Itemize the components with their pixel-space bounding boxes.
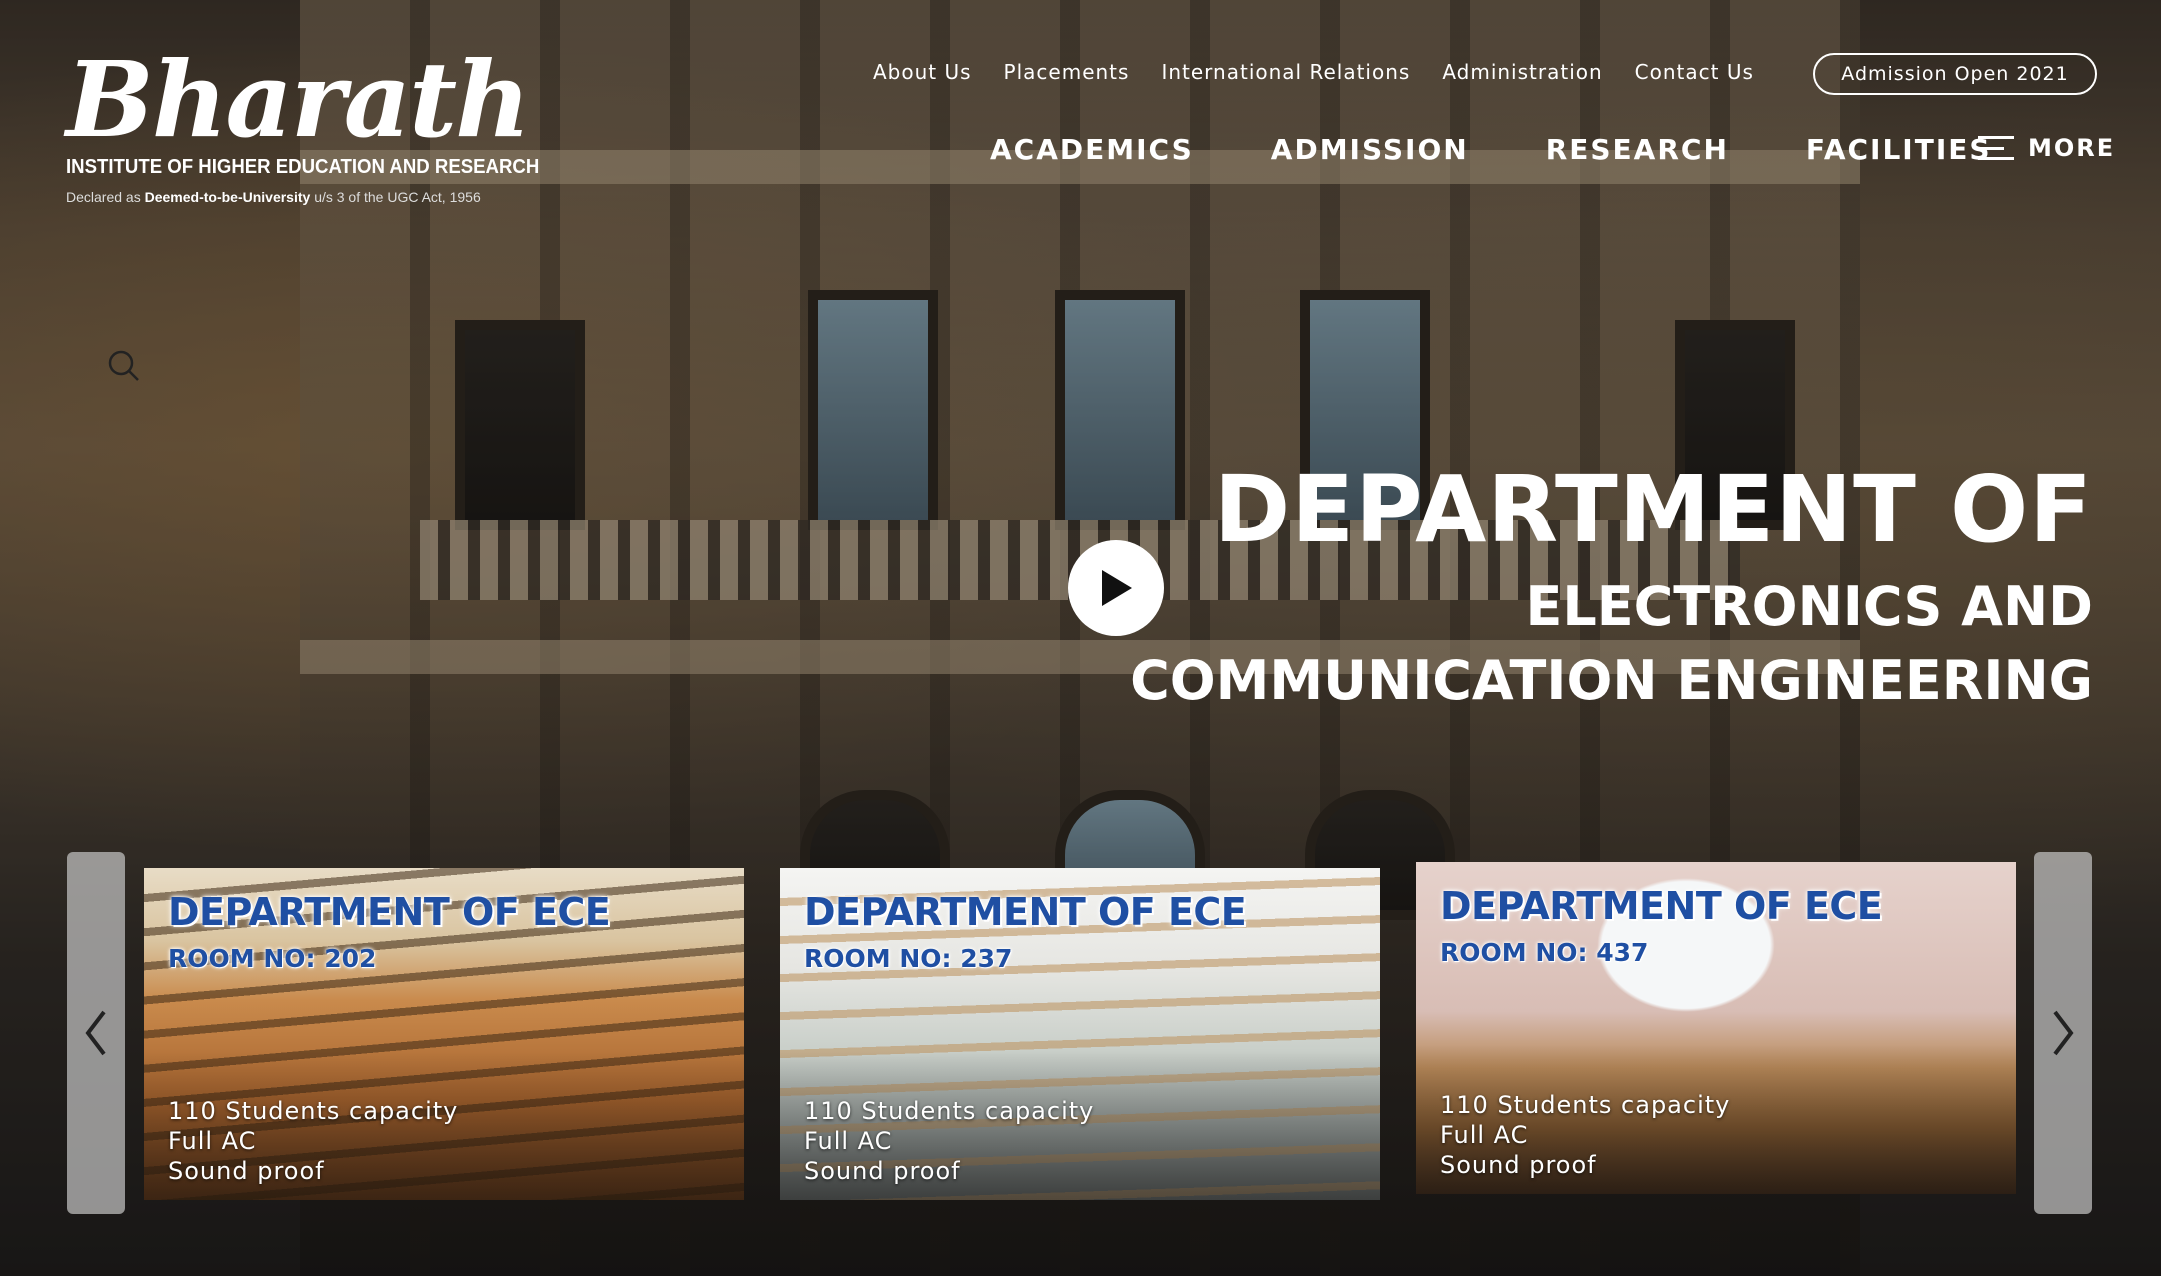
nav-facilities[interactable]: FACILITIES (1806, 133, 1992, 166)
feature-ac: Full AC (168, 1127, 257, 1155)
card-room-number: ROOM NO: 437 (1440, 938, 1649, 967)
hamburger-menu-icon (1978, 136, 2014, 160)
nav-academics[interactable]: ACADEMICS (990, 133, 1194, 166)
feature-capacity: 110 Students capacity (1440, 1091, 1731, 1119)
play-icon (1102, 570, 1132, 606)
declared-prefix: Declared as (66, 189, 141, 205)
card-features: 110 Students capacity Full AC Sound proo… (168, 1096, 458, 1186)
card-features: 110 Students capacity Full AC Sound proo… (1440, 1090, 1730, 1180)
admission-open-button[interactable]: Admission Open 2021 (1813, 53, 2097, 95)
hero-heading: DEPARTMENT OF ELECTRONICS AND COMMUNICAT… (1130, 458, 2093, 718)
card-room-number: ROOM NO: 202 (168, 944, 377, 973)
feature-capacity: 110 Students capacity (804, 1097, 1095, 1125)
chevron-left-icon (85, 1010, 106, 1056)
more-label: MORE (2028, 134, 2116, 162)
search-icon[interactable] (108, 350, 140, 382)
feature-capacity: 110 Students capacity (168, 1097, 459, 1125)
feature-ac: Full AC (804, 1127, 893, 1155)
nav-research[interactable]: RESEARCH (1546, 133, 1729, 166)
card-room-number: ROOM NO: 237 (804, 944, 1013, 973)
hero-line-1: DEPARTMENT OF (1213, 456, 2093, 563)
feature-soundproof: Sound proof (804, 1157, 961, 1185)
card-title: DEPARTMENT OF ECE (168, 890, 611, 934)
carousel-prev-button[interactable] (67, 852, 125, 1214)
link-placements[interactable]: Placements (1004, 60, 1130, 84)
feature-soundproof: Sound proof (1440, 1151, 1597, 1179)
play-video-button[interactable] (1068, 540, 1164, 636)
card-features: 110 Students capacity Full AC Sound proo… (804, 1096, 1094, 1186)
main-nav: ACADEMICS ADMISSION RESEARCH FACILITIES (990, 133, 1992, 166)
declared-bold: Deemed-to-be-University (144, 189, 311, 205)
more-menu-button[interactable]: MORE (1978, 134, 2115, 162)
room-card[interactable]: DEPARTMENT OF ECE ROOM NO: 202 110 Stude… (144, 868, 744, 1200)
chevron-right-icon (2053, 1010, 2074, 1056)
hero-line-2: ELECTRONICS AND (1525, 575, 2093, 638)
logo-subtitle: INSTITUTE OF HIGHER EDUCATION AND RESEAR… (66, 156, 540, 178)
carousel-next-button[interactable] (2034, 852, 2092, 1214)
room-card[interactable]: DEPARTMENT OF ECE ROOM NO: 437 110 Stude… (1416, 862, 2016, 1194)
card-title: DEPARTMENT OF ECE (804, 890, 1247, 934)
hero-line-3: COMMUNICATION ENGINEERING (1130, 649, 2093, 712)
page: Bharath INSTITUTE OF HIGHER EDUCATION AN… (0, 0, 2161, 1276)
link-about-us[interactable]: About Us (873, 60, 972, 84)
site-logo[interactable]: Bharath INSTITUTE OF HIGHER EDUCATION AN… (66, 38, 540, 206)
feature-soundproof: Sound proof (168, 1157, 325, 1185)
link-international-relations[interactable]: International Relations (1161, 60, 1410, 84)
room-card[interactable]: DEPARTMENT OF ECE ROOM NO: 237 110 Stude… (780, 868, 1380, 1200)
logo-wordmark: Bharath (66, 38, 531, 161)
feature-ac: Full AC (1440, 1121, 1529, 1149)
logo-declaration: Declared as Deemed-to-be-University u/s … (66, 189, 481, 205)
link-contact-us[interactable]: Contact Us (1635, 60, 1754, 84)
top-links: About Us Placements International Relati… (873, 60, 1754, 84)
declared-suffix: u/s 3 of the UGC Act, 1956 (314, 189, 481, 205)
card-title: DEPARTMENT OF ECE (1440, 884, 1883, 928)
link-administration[interactable]: Administration (1442, 60, 1602, 84)
nav-admission[interactable]: ADMISSION (1271, 133, 1469, 166)
